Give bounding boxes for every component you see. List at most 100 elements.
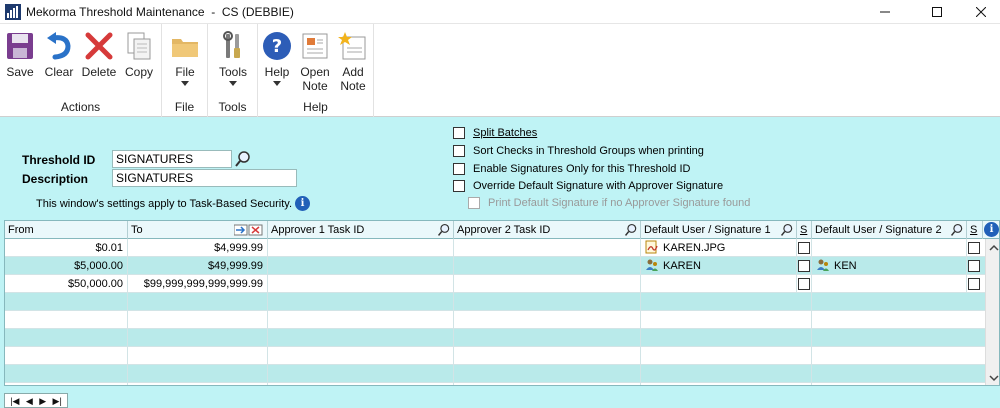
cell-from[interactable]: $0.01 [5,239,128,257]
record-navigation: |◀ ◀ ▶ ▶| [4,393,68,408]
col-header-approver2[interactable]: Approver 2 Task ID [454,221,641,239]
scroll-up-icon[interactable] [986,241,1000,255]
cell-from[interactable]: $5,000.00 [5,257,128,275]
add-note-button[interactable]: Add Note [336,30,370,93]
override-signature-option[interactable]: Override Default Signature with Approver… [453,180,723,192]
cell-to[interactable]: $99,999,999,999,999.99 [128,275,268,293]
help-question-icon: ? [263,32,291,60]
cell-user1-text: KAREN [663,260,701,272]
col-header-from[interactable]: From [5,221,128,239]
grid-header: From To Approver 1 Task ID Approver 2 Ta… [5,221,999,239]
cell-to[interactable]: $49,999.99 [128,257,268,275]
table-row[interactable]: $0.01 $4,999.99 KAREN.JPG [5,239,985,257]
first-record-icon[interactable]: |◀ [10,395,19,407]
info-icon[interactable]: i [984,222,999,237]
col-header-user2[interactable]: Default User / Signature 2 [812,221,967,239]
cell-user2[interactable] [812,275,967,293]
description-value: SIGNATURES [116,171,194,185]
next-record-icon[interactable]: ▶ [39,395,46,407]
maximize-button[interactable] [914,0,960,24]
col-header-user1[interactable]: Default User / Signature 1 [641,221,797,239]
s1-checkbox[interactable] [798,260,810,272]
file-menu-button[interactable]: File [169,30,201,86]
cell-approver1[interactable] [268,275,454,293]
col-header-s2[interactable]: S [967,221,983,239]
vertical-scrollbar[interactable] [985,239,1000,385]
lookup-magnifier-icon[interactable] [950,223,964,237]
sort-checks-checkbox[interactable] [453,145,465,157]
col-header-s1[interactable]: S [797,221,812,239]
tools-menu-button[interactable]: Tools [217,30,249,86]
delete-button[interactable]: Delete [80,30,118,79]
last-record-icon[interactable]: ▶| [53,395,62,407]
description-input[interactable]: SIGNATURES [112,169,297,187]
cell-user1[interactable]: KAREN [641,257,797,275]
add-note-icon [338,32,366,60]
cell-s2[interactable] [967,275,985,293]
table-row[interactable] [5,311,985,329]
threshold-id-input[interactable]: SIGNATURES [112,150,232,168]
cell-s1[interactable] [797,275,812,293]
table-row[interactable] [5,329,985,347]
cell-s2[interactable] [967,239,985,257]
threshold-grid[interactable]: From To Approver 1 Task ID Approver 2 Ta… [4,220,1000,386]
s1-checkbox[interactable] [798,242,810,254]
help-menu-button[interactable]: ? Help [260,30,294,86]
scroll-down-icon[interactable] [986,371,1000,385]
table-row[interactable] [5,293,985,311]
copy-button[interactable]: Copy [122,30,156,79]
cell-user1[interactable]: KAREN.JPG [641,239,797,257]
cell-approver2[interactable] [454,257,641,275]
cell-approver1[interactable] [268,239,454,257]
cell-from[interactable]: $50,000.00 [5,275,128,293]
table-row[interactable]: $50,000.00 $99,999,999,999,999.99 [5,275,985,293]
enable-signatures-checkbox[interactable] [453,163,465,175]
tools-icon [223,31,240,58]
lookup-magnifier-icon[interactable] [780,223,794,237]
minimize-button[interactable] [862,0,908,24]
split-batches-option[interactable]: Split Batches [453,127,537,139]
save-icon [7,33,33,59]
col-header-to[interactable]: To [128,221,268,239]
print-default-checkbox [468,197,480,209]
cell-to[interactable]: $4,999.99 [128,239,268,257]
col-header-approver1[interactable]: Approver 1 Task ID [268,221,454,239]
table-row[interactable] [5,347,985,365]
cell-s2[interactable] [967,257,985,275]
enable-signatures-option[interactable]: Enable Signatures Only for this Threshol… [453,163,690,175]
close-icon [976,7,986,17]
s2-checkbox[interactable] [968,260,980,272]
table-row[interactable] [5,365,985,383]
info-icon[interactable]: i [295,196,310,211]
lookup-magnifier-icon[interactable] [234,150,252,168]
expand-collapse-icon[interactable] [234,224,264,236]
s1-checkbox[interactable] [798,278,810,290]
table-row[interactable]: $5,000.00 $49,999.99 KAREN KEN [5,257,985,275]
chevron-down-icon [273,81,281,86]
s2-checkbox[interactable] [968,242,980,254]
cell-s1[interactable] [797,239,812,257]
cell-approver2[interactable] [454,275,641,293]
override-signature-checkbox[interactable] [453,180,465,192]
save-button[interactable]: Save [4,30,36,79]
s2-checkbox[interactable] [968,278,980,290]
delete-x-icon [85,32,113,60]
cell-approver1[interactable] [268,257,454,275]
actions-group-label: Actions [60,100,101,114]
cell-user2[interactable] [812,239,967,257]
minimize-icon [880,11,890,13]
lookup-magnifier-icon[interactable] [624,223,638,237]
cell-approver2[interactable] [454,239,641,257]
cell-user1[interactable] [641,275,797,293]
cell-user2[interactable]: KEN [812,257,967,275]
lookup-magnifier-icon[interactable] [437,223,451,237]
clear-button[interactable]: Clear [42,30,76,79]
cell-s1[interactable] [797,257,812,275]
security-note: This window's settings apply to Task-Bas… [36,198,293,210]
sort-checks-option[interactable]: Sort Checks in Threshold Groups when pri… [453,145,704,157]
open-note-button[interactable]: Open Note [298,30,332,93]
split-batches-checkbox[interactable] [453,127,465,139]
previous-record-icon[interactable]: ◀ [26,395,33,407]
cell-user1-text: KAREN.JPG [663,242,726,254]
close-button[interactable] [958,0,1000,24]
